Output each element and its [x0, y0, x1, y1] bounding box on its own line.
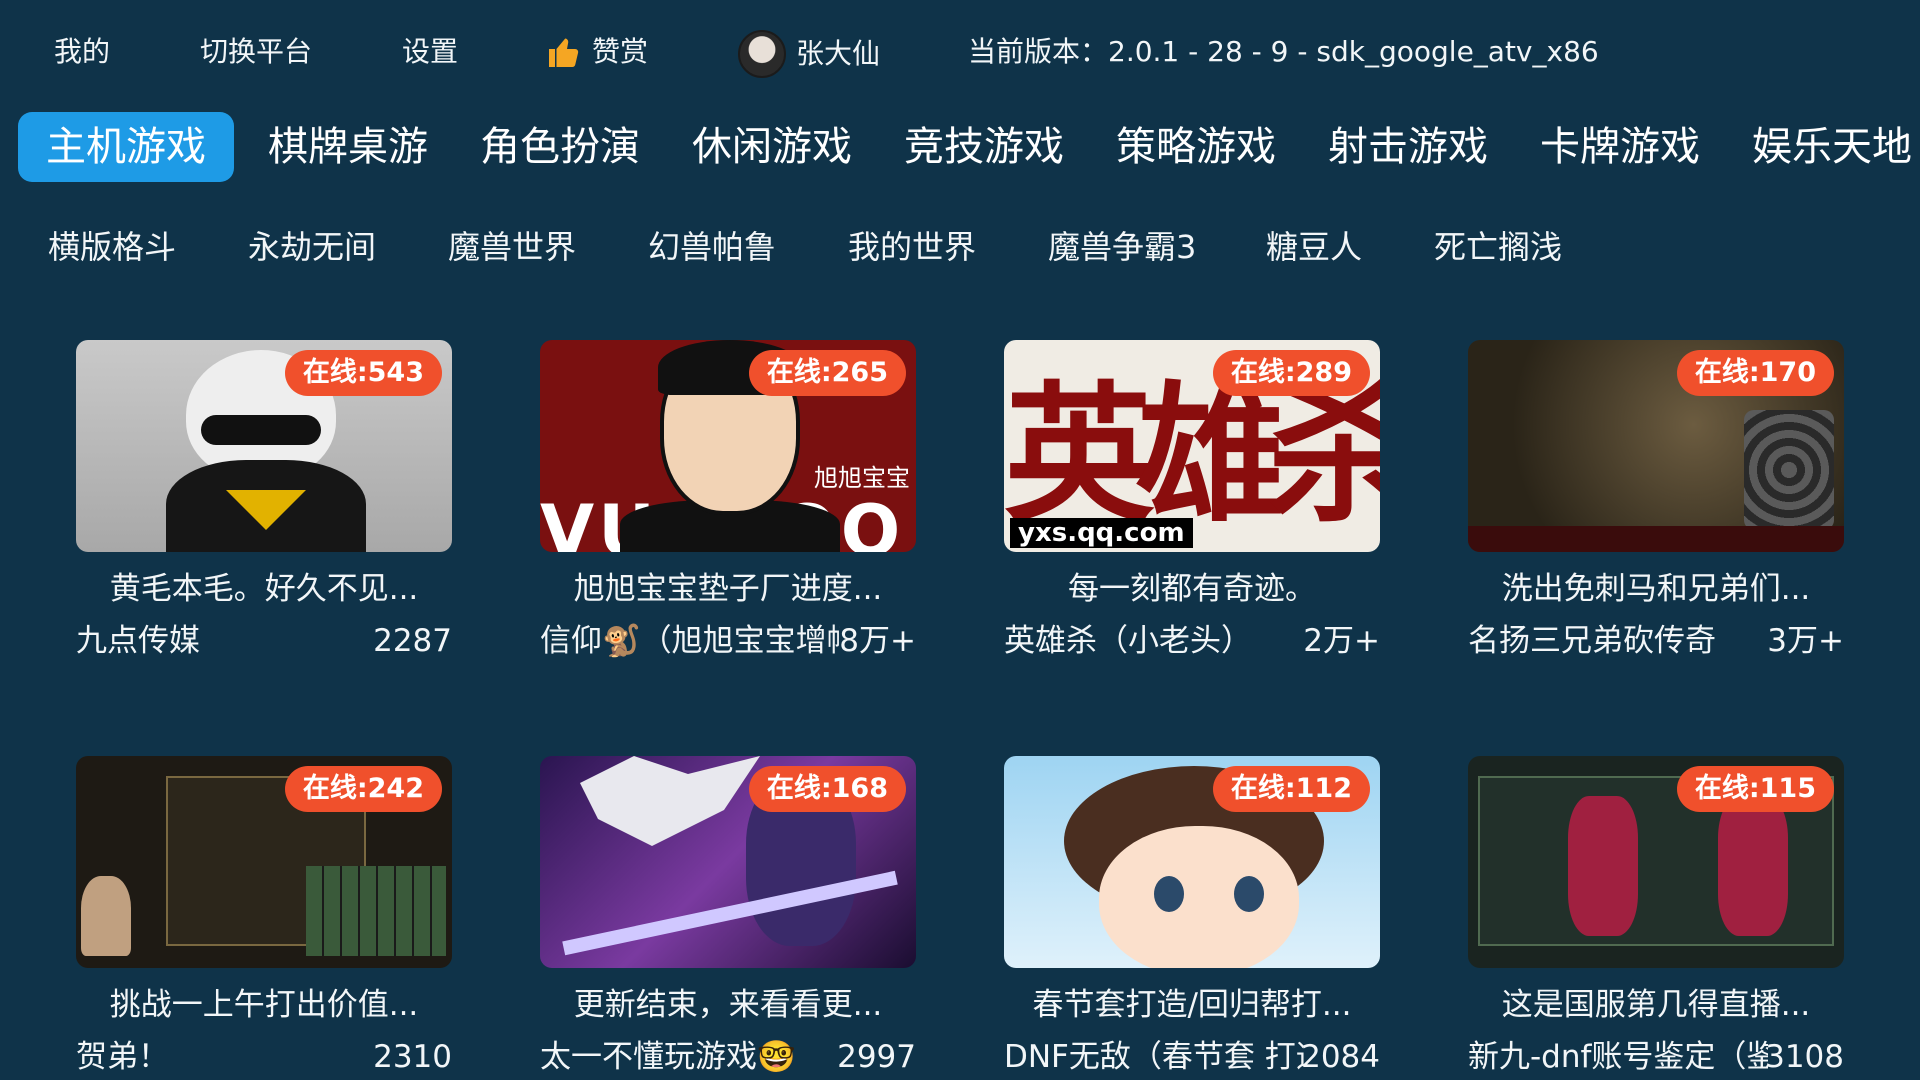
stream-title: 春节套打造/回归帮打... — [1032, 987, 1352, 1023]
subtab-fall-guys[interactable]: 糖豆人 — [1266, 222, 1362, 272]
viewer-count: 3万+ — [1767, 623, 1844, 659]
stream-card[interactable]: 在线:170 洗出免刺马和兄弟们... 名扬三兄弟砍传奇 3万+ — [1468, 340, 1844, 659]
username: 张大仙 — [796, 37, 881, 70]
online-badge: 在线:289 — [1212, 350, 1370, 396]
streamer-name: 名扬三兄弟砍传奇 — [1468, 623, 1716, 659]
stream-card[interactable]: 在线:242 挑战一上午打出价值... 贺弟！ 2310 — [76, 756, 452, 1075]
stream-title: 更新结束，来看看更... — [573, 987, 883, 1023]
settings-label: 设置 — [402, 35, 459, 68]
stream-title: 洗出免刺马和兄弟们... — [1501, 571, 1811, 607]
donate-button[interactable]: 赞赏 — [546, 32, 648, 72]
viewer-count: 2997 — [837, 1039, 916, 1075]
mine-button[interactable]: 我的 — [54, 32, 110, 72]
subtab-death-stranding[interactable]: 死亡搁浅 — [1434, 222, 1562, 272]
stream-card[interactable]: 在线:168 更新结束，来看看更... 太一不懂玩游戏🤓 2997 — [540, 756, 916, 1075]
tab-shooter[interactable]: 射击游戏 — [1328, 112, 1488, 182]
tab-rpg[interactable]: 角色扮演 — [480, 112, 640, 182]
switch-platform-button[interactable]: 切换平台 — [200, 32, 312, 72]
viewer-count: 8万+ — [839, 623, 916, 659]
version-text: 当前版本：2.0.1 - 28 - 9 - sdk_google_atv_x86 — [968, 32, 1599, 72]
settings-button[interactable]: 设置 — [402, 32, 458, 72]
online-badge: 在线:170 — [1676, 350, 1834, 396]
online-badge: 在线:168 — [748, 766, 906, 812]
stream-thumbnail: 在线:112 — [1004, 756, 1380, 968]
streamer-name: 太一不懂玩游戏🤓 — [540, 1039, 796, 1075]
thumbnail-caption: 旭旭宝宝 — [814, 464, 910, 492]
subtab-minecraft[interactable]: 我的世界 — [848, 222, 976, 272]
stream-title: 旭旭宝宝垫子厂进度... — [573, 571, 883, 607]
online-badge: 在线:112 — [1212, 766, 1370, 812]
online-badge: 在线:543 — [284, 350, 442, 396]
viewer-count: 2万+ — [1303, 623, 1380, 659]
tab-casual[interactable]: 休闲游戏 — [692, 112, 852, 182]
viewer-count: 2084 — [1301, 1039, 1380, 1075]
streamer-name: 英雄杀（小老头） — [1004, 623, 1252, 659]
online-badge: 在线:242 — [284, 766, 442, 812]
streamer-name: 九点传媒 — [76, 623, 200, 659]
streamer-name: 贺弟！ — [76, 1039, 169, 1075]
streamer-name: 信仰🐒（旭旭宝宝增幅助 — [540, 623, 840, 659]
streamer-name: DNF无敌（春节套 打造 增幅 — [1004, 1039, 1304, 1075]
stream-thumbnail: 在线:543 — [76, 340, 452, 552]
version-label: 当前版本：2.0.1 - 28 - 9 - sdk_google_atv_x86 — [968, 35, 1599, 68]
stream-thumbnail: 英雄杀 yxs.qq.com 在线:289 — [1004, 340, 1380, 552]
donate-label: 赞赏 — [592, 35, 649, 68]
stream-title: 每一刻都有奇迹。 — [1068, 571, 1316, 607]
tab-strategy[interactable]: 策略游戏 — [1116, 112, 1276, 182]
subtab-warcraft3[interactable]: 魔兽争霸3 — [1048, 222, 1196, 272]
stream-title: 这是国服第几得直播... — [1501, 987, 1811, 1023]
subtab-wow[interactable]: 魔兽世界 — [448, 222, 576, 272]
stream-thumbnail: 在线:170 — [1468, 340, 1844, 552]
stream-thumbnail: 在线:242 — [76, 756, 452, 968]
stream-title: 黄毛本毛。好久不见... — [109, 571, 419, 607]
switch-platform-label: 切换平台 — [200, 35, 313, 68]
tab-console-games[interactable]: 主机游戏 — [18, 112, 234, 182]
thumbnail-url: yxs.qq.com — [1010, 518, 1193, 548]
category-tabs: 主机游戏 棋牌桌游 角色扮演 休闲游戏 竞技游戏 策略游戏 射击游戏 卡牌游戏 … — [0, 112, 1920, 192]
avatar — [738, 30, 786, 78]
stream-thumbnail: 在线:168 — [540, 756, 916, 968]
stream-card[interactable]: 在线:115 这是国服第几得直播... 新九-dnf账号鉴定（鉴定网... 31… — [1468, 756, 1844, 1075]
online-badge: 在线:265 — [748, 350, 906, 396]
viewer-count: 2310 — [373, 1039, 452, 1075]
viewer-count: 3108 — [1765, 1039, 1844, 1075]
online-badge: 在线:115 — [1676, 766, 1834, 812]
stream-card[interactable]: VUUBOO 旭旭宝宝 在线:265 旭旭宝宝垫子厂进度... 信仰🐒（旭旭宝宝… — [540, 340, 916, 659]
subtab-naraka[interactable]: 永劫无间 — [248, 222, 376, 272]
stream-thumbnail: VUUBOO 旭旭宝宝 在线:265 — [540, 340, 916, 552]
streamer-name: 新九-dnf账号鉴定（鉴定网... — [1468, 1039, 1768, 1075]
stream-thumbnail: 在线:115 — [1468, 756, 1844, 968]
top-bar: 我的 切换平台 设置 赞赏 张大仙 当前版本：2.0.1 - 28 - 9 - … — [0, 0, 1920, 106]
viewer-count: 2287 — [373, 623, 452, 659]
subcategory-tabs: 横版格斗 永劫无间 魔兽世界 幻兽帕鲁 我的世界 魔兽争霸3 糖豆人 死亡搁浅 — [0, 222, 1920, 272]
stream-title: 挑战一上午打出价值... — [109, 987, 419, 1023]
thumbs-up-icon — [549, 38, 579, 67]
subtab-palworld[interactable]: 幻兽帕鲁 — [648, 222, 776, 272]
subtab-fighting[interactable]: 横版格斗 — [48, 222, 176, 272]
mine-label: 我的 — [54, 35, 111, 68]
stream-card[interactable]: 英雄杀 yxs.qq.com 在线:289 每一刻都有奇迹。 英雄杀（小老头） … — [1004, 340, 1380, 659]
user-profile[interactable]: 张大仙 — [738, 30, 880, 78]
tab-board-games[interactable]: 棋牌桌游 — [268, 112, 428, 182]
stream-card[interactable]: 在线:112 春节套打造/回归帮打... DNF无敌（春节套 打造 增幅 208… — [1004, 756, 1380, 1075]
stream-card[interactable]: 在线:543 黄毛本毛。好久不见... 九点传媒 2287 — [76, 340, 452, 659]
tab-card-games[interactable]: 卡牌游戏 — [1540, 112, 1700, 182]
tab-competitive[interactable]: 竞技游戏 — [904, 112, 1064, 182]
tab-entertainment[interactable]: 娱乐天地 — [1752, 112, 1912, 182]
